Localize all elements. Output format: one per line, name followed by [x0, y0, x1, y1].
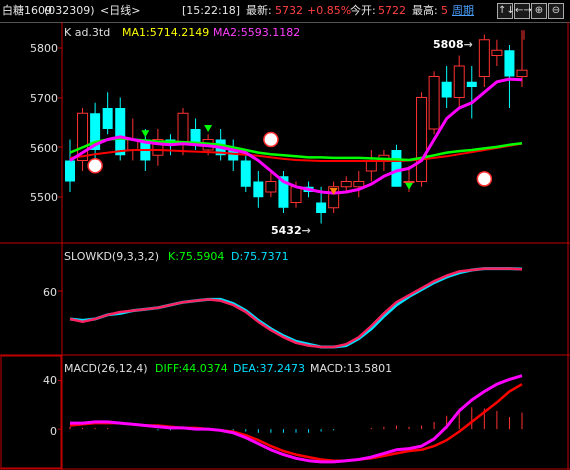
zoom-out-button[interactable]: ⊖ [548, 3, 564, 19]
smiley-marker [263, 131, 279, 148]
signal-arrow [204, 125, 213, 132]
candle-body [65, 160, 75, 182]
signal-arrow [141, 130, 150, 138]
candle-body [416, 97, 428, 182]
kd-d-line [69, 267, 523, 349]
open-value: 5722 [378, 4, 406, 17]
macd-diff-line [70, 374, 523, 464]
kd-k-line [69, 267, 523, 349]
candle-body [453, 65, 465, 98]
title-bar: 白糖1609 (032309) <日线> [15:22:18] 最新: 5732… [0, 0, 570, 23]
candle-body [441, 81, 452, 98]
candle-body [428, 76, 440, 130]
last-price-value: 5732 [275, 4, 303, 17]
last-price-label: 最新: [246, 4, 272, 17]
y-tick-5800: 5800 [30, 42, 58, 55]
candle-body [403, 181, 415, 183]
ma2-label: MA2:5593.1182 [213, 26, 301, 39]
candle-body [491, 49, 503, 56]
period-label: <日线> [100, 4, 141, 17]
smiley-marker [87, 158, 103, 174]
candle-body [177, 112, 189, 146]
candle-body [253, 181, 264, 198]
candle-body [115, 108, 126, 156]
instrument-code: (032309) [44, 4, 95, 17]
candle-body [504, 50, 515, 77]
high-label: 最高: [412, 4, 438, 17]
candle-body [516, 69, 528, 78]
period-link[interactable]: 周期 [452, 4, 474, 18]
ma1-label: MA1:5714.2149 [122, 26, 210, 39]
low-annotation: 5432→ [271, 224, 311, 237]
high-value: 5 [441, 4, 448, 17]
change-percent: +0.85% [307, 4, 352, 17]
candle-body [316, 202, 327, 213]
macd-y-tick-0: 0 [50, 425, 57, 438]
signal-arrow [405, 182, 413, 190]
candle-body [466, 81, 477, 87]
candle-body [265, 181, 277, 193]
candle-body [391, 150, 402, 187]
macd-dea-label: DEA:37.2473 [233, 362, 305, 375]
kd-k-label: K:75.5904 [168, 250, 225, 263]
kd-panel [58, 267, 523, 349]
kd-y-tick-60: 60 [43, 286, 57, 299]
y-tick-5600: 5600 [30, 142, 58, 155]
nav-leftright-button[interactable]: ←→ [514, 3, 532, 19]
zoom-in-button[interactable]: ⊕ [531, 3, 547, 19]
macd-caption: MACD(26,12,4) [64, 362, 148, 375]
y-tick-5700: 5700 [30, 92, 58, 105]
candle-body [340, 181, 352, 188]
candle-body [353, 181, 365, 188]
macd-value-label: MACD:13.5801 [310, 362, 393, 375]
y-tick-5500: 5500 [30, 191, 58, 204]
smiley-marker [476, 171, 493, 187]
candle-body [478, 39, 490, 77]
open-label: 今开: [350, 4, 376, 17]
chart-area[interactable] [0, 22, 570, 470]
candle-body [290, 186, 302, 203]
high-annotation: 5808→ [433, 38, 473, 51]
macd-left-box [0, 355, 62, 469]
macd-y-tick-40: 40 [43, 374, 57, 387]
candle-body [102, 108, 113, 129]
macd-diff-label: DIFF:44.0374 [155, 362, 228, 375]
kd-caption: SLOWKD(9,3,3,2) [64, 250, 160, 263]
macd-panel [58, 374, 523, 464]
macd-dea-line [69, 383, 523, 462]
time-label: [15:22:18] [182, 4, 240, 17]
nav-updown-button[interactable]: ↑↓ [497, 3, 515, 19]
kd-d-label: D:75.7371 [231, 250, 289, 263]
main-caption: K ad.3td [64, 26, 111, 39]
candle-body [240, 160, 251, 187]
candle-body [365, 160, 377, 172]
candle-panel [65, 30, 528, 224]
